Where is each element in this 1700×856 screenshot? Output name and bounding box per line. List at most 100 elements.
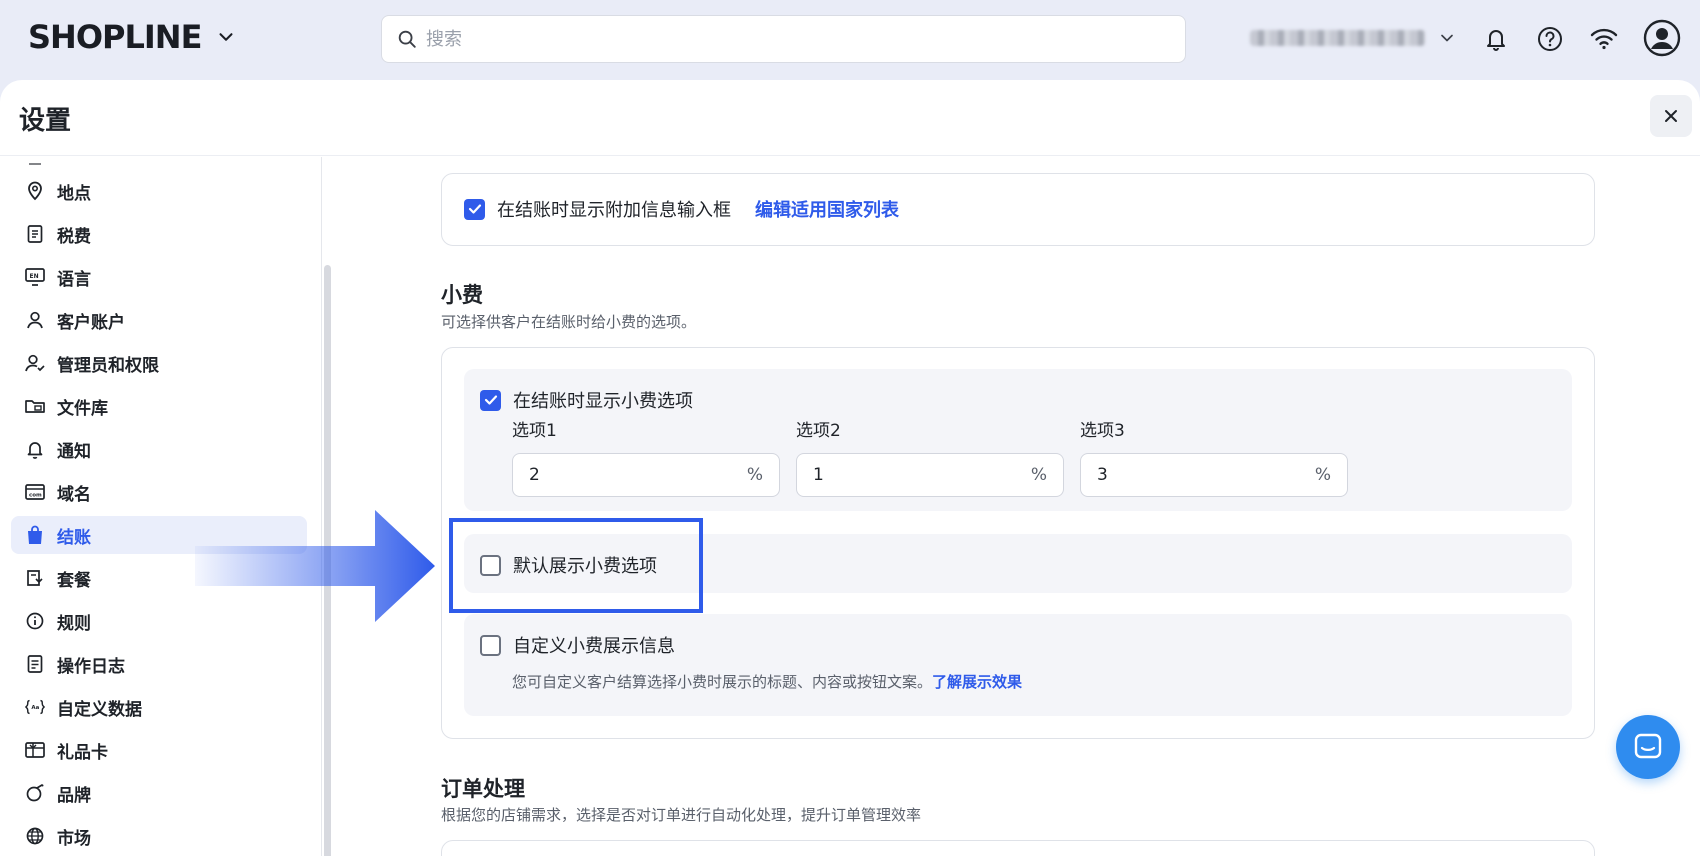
tip-option-1-input[interactable]: 2 % — [512, 453, 780, 497]
percent-unit: % — [1314, 465, 1331, 485]
brand-icon — [25, 783, 45, 803]
shopping-bag-icon — [25, 525, 45, 545]
sidebar-item-label: 规则 — [57, 613, 91, 634]
sidebar-item-label: 域名 — [57, 484, 91, 505]
location-pin-icon — [25, 181, 45, 201]
log-icon — [25, 654, 45, 674]
checkmark-icon — [468, 204, 481, 214]
shopline-logo: SHOPLINE — [28, 18, 202, 56]
percent-unit: % — [1030, 465, 1047, 485]
admin-permission-icon — [25, 353, 45, 373]
pointer-arrow-icon — [195, 510, 435, 622]
tip-option-2-value: 1 — [813, 465, 824, 485]
sidebar-item-label: 套餐 — [57, 570, 91, 591]
sidebar-item-markets[interactable]: 市场 — [11, 817, 307, 855]
plan-icon — [25, 568, 45, 588]
extra-info-row: 在结账时显示附加信息输入框 编辑适用国家列表 — [464, 196, 899, 222]
percent-unit: % — [746, 465, 763, 485]
svg-text:com: com — [29, 493, 42, 499]
folder-icon — [25, 396, 45, 416]
user-avatar[interactable] — [1642, 18, 1682, 58]
language-icon: EN — [25, 267, 45, 287]
domain-icon: com — [25, 482, 45, 502]
blurred-account-name — [1250, 30, 1425, 46]
extra-info-label: 在结账时显示附加信息输入框 — [497, 200, 731, 221]
order-processing-description: 根据您的店铺需求，选择是否对订单进行自动化处理，提升订单管理效率 — [441, 806, 922, 824]
order-processing-card — [441, 840, 1595, 856]
tax-icon — [25, 224, 45, 244]
chat-support-button[interactable] — [1616, 715, 1680, 779]
info-icon — [25, 611, 45, 631]
sidebar-item-label: 管理员和权限 — [57, 355, 159, 376]
brand-switcher[interactable]: SHOPLINE — [28, 18, 237, 56]
sidebar-item-taxes[interactable]: 税费 — [11, 215, 307, 253]
svg-text:EN: EN — [30, 273, 39, 280]
sidebar-item-customer-accounts[interactable]: 客户账户 — [11, 301, 307, 339]
order-processing-title: 订单处理 — [441, 777, 525, 801]
tip-option-1-value: 2 — [529, 465, 540, 485]
sidebar-item-admins[interactable]: 管理员和权限 — [11, 344, 307, 382]
sidebar-item-custom-data[interactable]: Aa 自定义数据 — [11, 688, 307, 726]
bell-icon — [25, 439, 45, 459]
show-tips-checkbox[interactable] — [480, 389, 501, 411]
sidebar-item-label: 操作日志 — [57, 656, 125, 677]
gift-card-icon — [25, 740, 45, 760]
sidebar-item-label: 文件库 — [57, 398, 108, 419]
sidebar-item-label: 通知 — [57, 441, 91, 462]
page-title: 设置 — [19, 106, 72, 136]
checkmark-icon — [484, 395, 497, 405]
close-icon — [1665, 110, 1677, 122]
sidebar-item-label: 结账 — [57, 527, 91, 548]
avatar-icon — [1643, 19, 1681, 57]
edit-country-list-link[interactable]: 编辑适用国家列表 — [755, 196, 899, 222]
sidebar-item-label: 品牌 — [57, 785, 91, 806]
custom-display-description: 您可自定义客户结算选择小费时展示的标题、内容或按钮文案。 — [512, 673, 933, 691]
settings-sidebar: 地点 税费 EN 语言 客户账户 管理员和权限 文件库 通知 com 域名 结账… — [0, 157, 322, 856]
sidebar-item-label: 语言 — [57, 269, 91, 290]
svg-text:Aa: Aa — [31, 705, 39, 711]
tip-option-2-label: 选项2 — [796, 421, 841, 441]
sidebar-item-label: 税费 — [57, 226, 91, 247]
sidebar-item-activity-log[interactable]: 操作日志 — [11, 645, 307, 683]
sidebar-item-label: 市场 — [57, 828, 91, 849]
chevron-down-icon — [219, 33, 233, 41]
custom-display-checkbox[interactable] — [480, 634, 501, 656]
network-status-button[interactable] — [1588, 23, 1620, 55]
tips-section-description: 可选择供客户在结账时给小费的选项。 — [441, 313, 697, 331]
tip-option-3-input[interactable]: 3 % — [1080, 453, 1348, 497]
sidebar-item-locations[interactable]: 地点 — [11, 172, 307, 210]
close-button[interactable] — [1650, 95, 1692, 137]
tip-option-2-input[interactable]: 1 % — [796, 453, 1064, 497]
learn-display-effect-link[interactable]: 了解展示效果 — [932, 673, 1022, 691]
tip-option-3-label: 选项3 — [1080, 421, 1125, 441]
help-button[interactable] — [1534, 23, 1566, 55]
sidebar-item-files[interactable]: 文件库 — [11, 387, 307, 425]
panel-header: 设置 — [0, 80, 1700, 156]
tip-option-1-label: 选项1 — [512, 421, 557, 441]
bell-icon — [1487, 30, 1505, 51]
custom-display-description-row: 您可自定义客户结算选择小费时展示的标题、内容或按钮文案。了解展示效果 — [512, 671, 1022, 692]
sidebar-item-languages[interactable]: EN 语言 — [11, 258, 307, 296]
sidebar-item-label: 自定义数据 — [57, 699, 142, 720]
top-bar: SHOPLINE — [0, 0, 1700, 80]
search-icon — [398, 30, 416, 48]
tip-option-3-value: 3 — [1097, 465, 1108, 485]
notification-button[interactable] — [1480, 23, 1512, 55]
highlight-box — [449, 518, 703, 613]
sidebar-item-label: 地点 — [57, 183, 91, 204]
search-input[interactable] — [426, 28, 1166, 50]
help-icon — [1538, 27, 1562, 51]
extra-info-checkbox[interactable] — [464, 198, 485, 220]
sidebar-item-brand[interactable]: 品牌 — [11, 774, 307, 812]
sidebar-item-label: 礼品卡 — [57, 742, 108, 763]
search-bar[interactable] — [381, 15, 1186, 63]
show-tips-box: 在结账时显示小费选项 选项1 选项2 选项3 2 % 1 % 3 % — [464, 369, 1572, 511]
chevron-down-icon — [1441, 34, 1453, 42]
custom-display-label: 自定义小费展示信息 — [513, 636, 675, 657]
account-switcher[interactable] — [1250, 28, 1457, 48]
custom-display-box: 自定义小费展示信息 您可自定义客户结算选择小费时展示的标题、内容或按钮文案。了解… — [464, 614, 1572, 716]
sidebar-item-domains[interactable]: com 域名 — [11, 473, 307, 511]
custom-display-row: 自定义小费展示信息 — [480, 632, 675, 658]
sidebar-item-notifications[interactable]: 通知 — [11, 430, 307, 468]
sidebar-item-gift-cards[interactable]: 礼品卡 — [11, 731, 307, 769]
